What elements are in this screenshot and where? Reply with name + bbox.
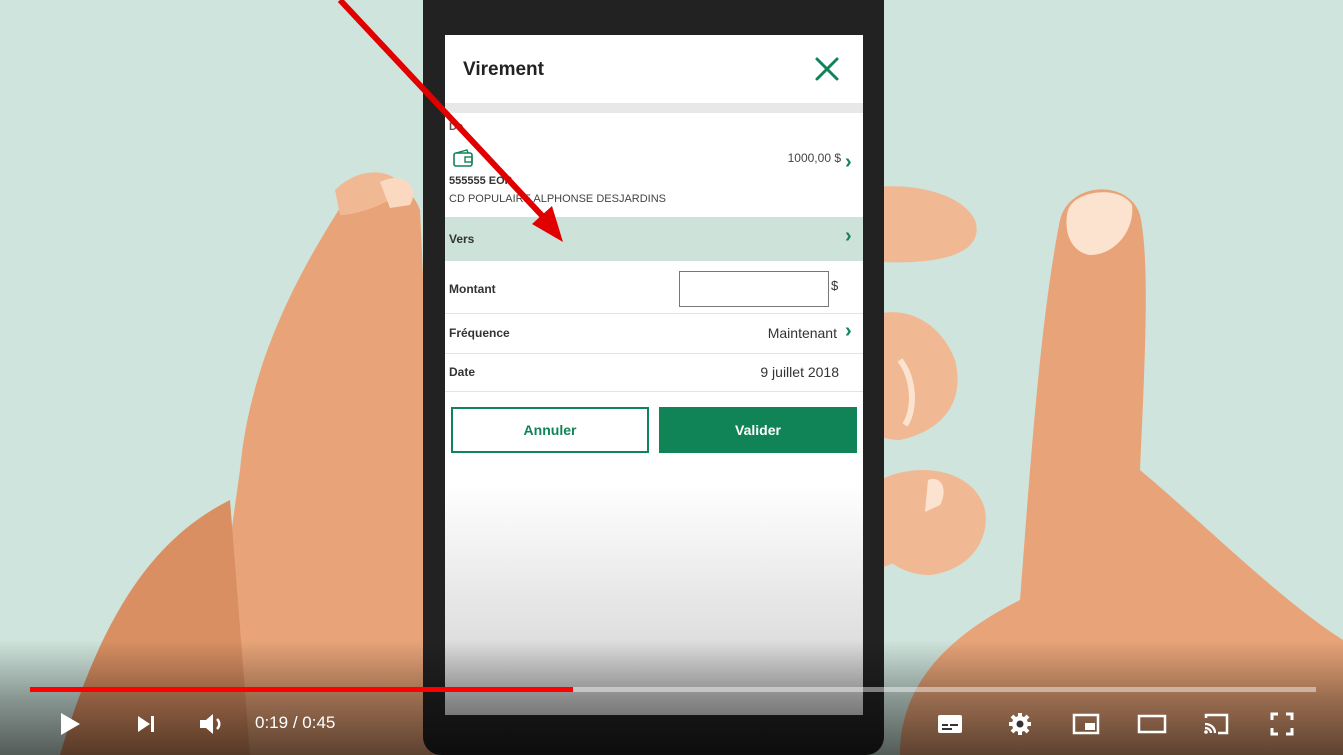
progress-bar[interactable] (30, 687, 1316, 692)
fullscreen-icon[interactable] (1264, 706, 1300, 742)
subtitles-icon[interactable] (932, 706, 968, 742)
time-display: 0:19 / 0:45 (255, 713, 335, 733)
video-frame[interactable]: Virement De 555555 EOP CD POPULAIRE ALPH… (0, 0, 1343, 755)
settings-gear-icon[interactable] (1002, 706, 1038, 742)
miniplayer-icon[interactable] (1068, 706, 1104, 742)
cast-icon[interactable] (1198, 706, 1234, 742)
time-separator: / (288, 713, 303, 732)
volume-icon[interactable] (195, 706, 231, 742)
time-current: 0:19 (255, 713, 289, 732)
time-total: 0:45 (302, 713, 336, 732)
progress-bar-fill (30, 687, 573, 692)
play-icon[interactable] (52, 706, 88, 742)
next-icon[interactable] (128, 706, 164, 742)
theater-mode-icon[interactable] (1134, 706, 1170, 742)
